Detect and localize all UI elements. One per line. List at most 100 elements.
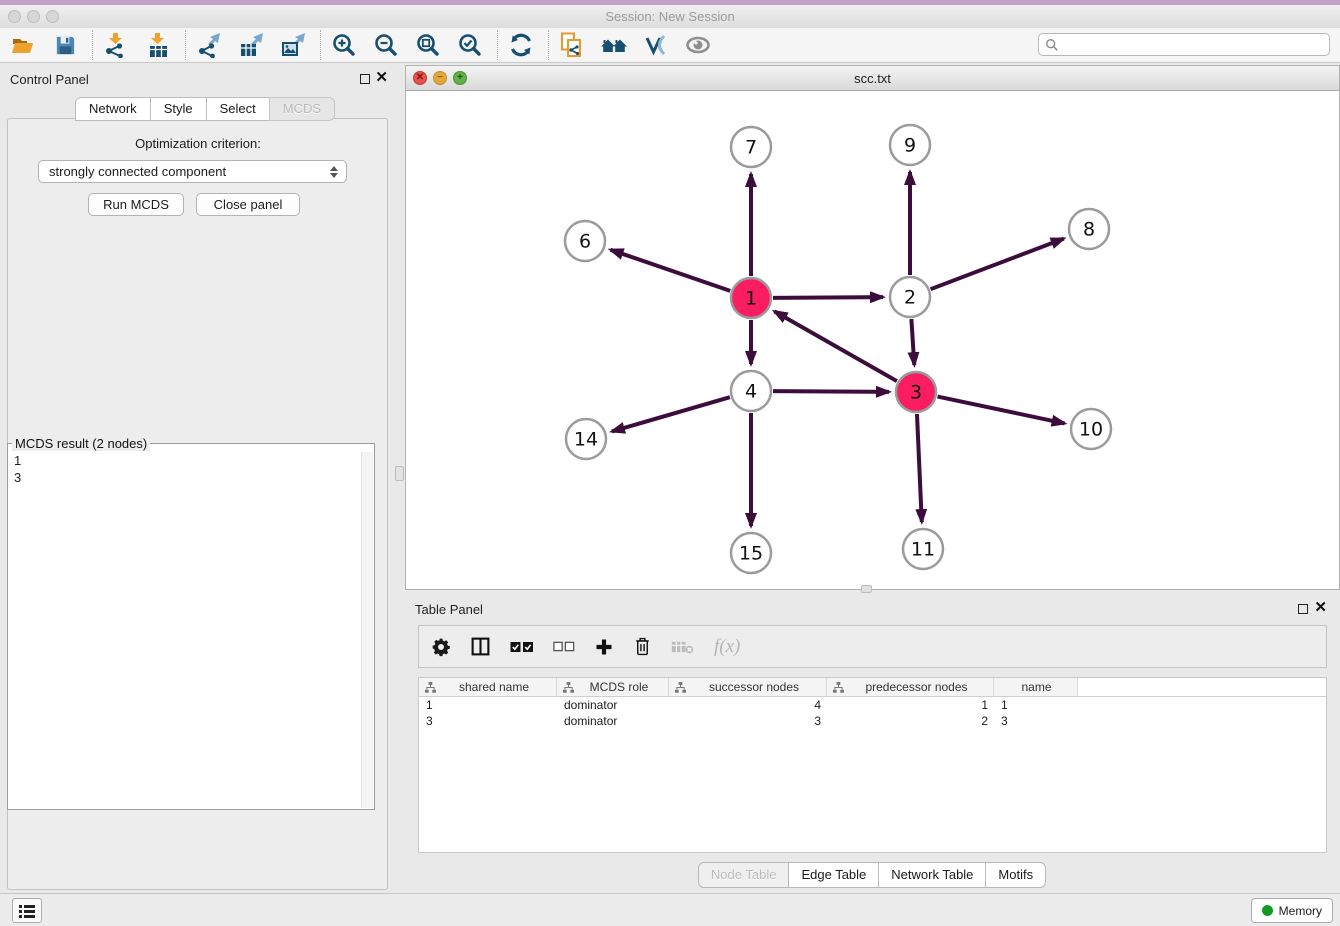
function-builder-button[interactable]: f(x) — [714, 636, 740, 658]
zoom-selected-button[interactable] — [455, 30, 485, 60]
table-cell[interactable]: 1 — [419, 698, 557, 712]
search-icon — [1045, 38, 1059, 52]
run-mcds-button[interactable]: Run MCDS — [88, 193, 184, 216]
deselect-all-columns-button[interactable] — [553, 641, 575, 652]
node-label-4: 4 — [745, 381, 757, 403]
eye-icon — [684, 32, 712, 58]
node-label-10: 10 — [1079, 419, 1103, 441]
control-panel-title: Control Panel — [10, 72, 89, 87]
table-panel-title: Table Panel — [415, 602, 483, 617]
toolbar-separator — [320, 30, 321, 60]
edge-2-8[interactable] — [931, 239, 1064, 290]
checked-boxes-icon — [510, 641, 534, 653]
memory-label: Memory — [1279, 904, 1322, 918]
column-header-predecessor-nodes[interactable]: predecessor nodes — [827, 678, 994, 696]
toolbar-separator — [92, 30, 93, 60]
horizontal-splitter-grip[interactable] — [861, 585, 872, 593]
column-header-MCDS-role[interactable]: MCDS role — [557, 678, 669, 696]
apply-layout-button[interactable] — [506, 30, 536, 60]
import-table-icon — [145, 32, 171, 58]
close-table-panel-icon[interactable]: ✕ — [1314, 600, 1327, 616]
result-scrollbar[interactable] — [361, 452, 373, 808]
criterion-dropdown[interactable]: strongly connected component — [38, 160, 347, 183]
search-input[interactable] — [1059, 35, 1329, 54]
edge-4-3[interactable] — [773, 391, 889, 392]
table-cell[interactable]: 4 — [669, 698, 827, 712]
table-row[interactable]: 1dominator411 — [419, 697, 1326, 713]
tab-node-table[interactable]: Node Table — [698, 862, 790, 888]
table-cell[interactable]: 1 — [827, 698, 994, 712]
show-columns-button[interactable] — [470, 636, 491, 657]
network-graph[interactable]: 7968124314101511 — [406, 91, 1339, 589]
edge-2-3[interactable] — [911, 319, 914, 365]
graphics-details-button[interactable] — [641, 30, 671, 60]
export-network-button[interactable] — [194, 30, 224, 60]
clone-network-button[interactable] — [557, 30, 587, 60]
edge-3-1[interactable] — [774, 311, 896, 381]
close-panel-button[interactable]: Close panel — [196, 193, 300, 216]
tab-edge-table[interactable]: Edge Table — [788, 862, 879, 888]
table-cell[interactable]: 3 — [669, 714, 827, 728]
zoom-fit-button[interactable] — [413, 30, 443, 60]
delete-table-button[interactable] — [671, 639, 695, 655]
network-window-titlebar[interactable]: ✕ − + scc.txt — [406, 66, 1339, 91]
zoom-in-button[interactable] — [329, 30, 359, 60]
table-cell[interactable]: 3 — [994, 714, 1078, 728]
edge-3-10[interactable] — [938, 397, 1065, 424]
export-image-button[interactable] — [278, 30, 308, 60]
tab-network[interactable]: Network — [75, 97, 151, 121]
close-panel-icon[interactable]: ✕ — [375, 70, 388, 86]
mcds-result-area[interactable]: 1 3 — [8, 451, 374, 809]
table-options-button[interactable] — [431, 637, 451, 657]
table-cell[interactable]: 3 — [419, 714, 557, 728]
node-table[interactable]: shared nameMCDS role successor nodes prede… — [418, 677, 1327, 853]
tab-motifs[interactable]: Motifs — [985, 862, 1046, 888]
main-toolbar — [0, 28, 1340, 63]
import-table-button[interactable] — [143, 30, 173, 60]
graphics-details-icon — [643, 32, 669, 58]
memory-status-icon — [1262, 905, 1273, 916]
task-history-button[interactable] — [12, 898, 42, 923]
network-canvas[interactable]: 7968124314101511 — [406, 91, 1339, 589]
trash-icon — [633, 636, 652, 657]
column-header-successor-nodes[interactable]: successor nodes — [669, 678, 827, 696]
export-table-button[interactable] — [236, 30, 266, 60]
optimization-criterion-label: Optimization criterion: — [0, 136, 396, 151]
edge-3-11[interactable] — [917, 414, 922, 522]
save-session-button[interactable] — [50, 30, 80, 60]
edge-1-6[interactable] — [611, 250, 731, 291]
open-session-button[interactable] — [8, 30, 38, 60]
search-field[interactable] — [1038, 33, 1330, 56]
export-network-icon — [196, 32, 222, 58]
float-panel-icon[interactable] — [360, 74, 370, 84]
column-header-shared-name[interactable]: shared name — [419, 678, 557, 696]
vertical-splitter-grip[interactable] — [395, 466, 404, 481]
first-neighbors-button[interactable] — [599, 30, 629, 60]
edge-4-14[interactable] — [612, 397, 730, 431]
tab-select[interactable]: Select — [206, 97, 270, 121]
birds-eye-view-button[interactable] — [683, 30, 713, 60]
delete-columns-button[interactable] — [633, 636, 652, 657]
tab-network-table[interactable]: Network Table — [878, 862, 986, 888]
create-column-button[interactable] — [594, 637, 614, 657]
import-network-button[interactable] — [101, 30, 131, 60]
column-header-label: successor nodes — [686, 680, 822, 694]
column-header-name[interactable]: name — [994, 678, 1078, 696]
table-cell[interactable]: 1 — [994, 698, 1078, 712]
tab-style[interactable]: Style — [150, 97, 207, 121]
tab-mcds[interactable]: MCDS — [269, 97, 335, 121]
criterion-dropdown-value: strongly connected component — [49, 164, 330, 179]
toolbar-separator — [497, 30, 498, 60]
table-row[interactable]: 3dominator323 — [419, 713, 1326, 729]
clone-network-icon — [559, 32, 585, 58]
memory-button[interactable]: Memory — [1251, 898, 1333, 923]
table-cell[interactable]: 2 — [827, 714, 994, 728]
unchecked-boxes-icon — [553, 641, 575, 652]
float-table-panel-icon[interactable] — [1298, 604, 1308, 614]
zoom-out-button[interactable] — [371, 30, 401, 60]
table-cell[interactable]: dominator — [557, 714, 669, 728]
select-all-columns-button[interactable] — [510, 641, 534, 653]
node-label-14: 14 — [574, 429, 598, 451]
table-cell[interactable]: dominator — [557, 698, 669, 712]
edge-1-2[interactable] — [773, 297, 883, 298]
